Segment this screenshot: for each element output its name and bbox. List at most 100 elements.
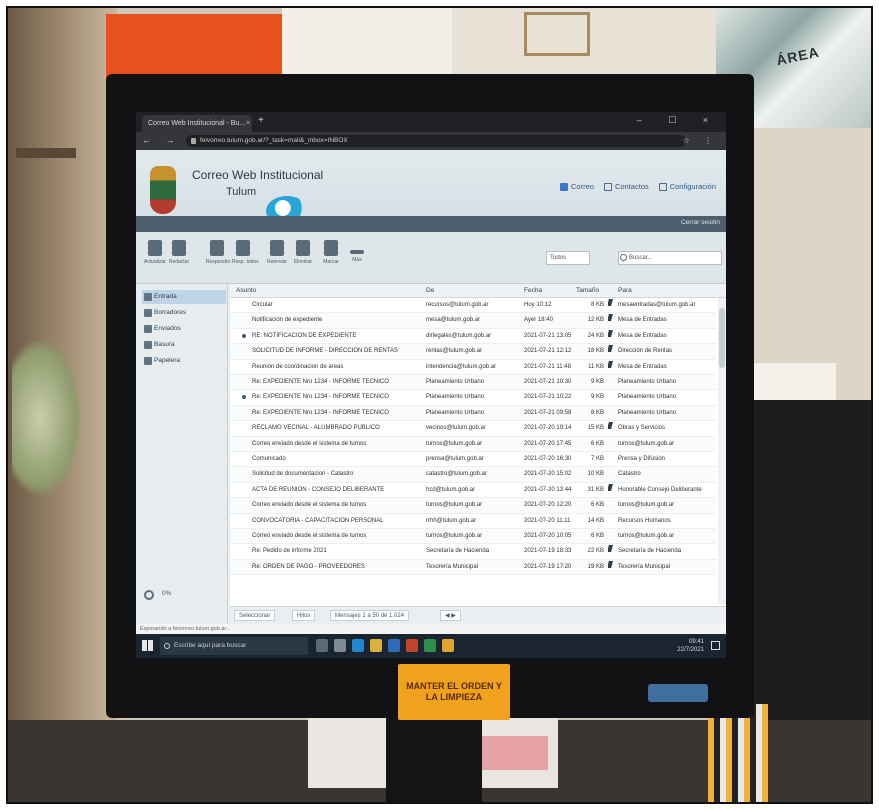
table-row[interactable]: Correo enviado desde el sistema de turno… — [230, 498, 716, 514]
system-tray[interactable]: 09:41 22/7/2021 — [677, 638, 704, 654]
header-subject[interactable]: Asunto — [236, 284, 256, 298]
flag-cell[interactable] — [608, 483, 616, 498]
table-row[interactable]: Re: ORDEN DE PAGO - PROVEEDORES Tesorería… — [230, 559, 716, 576]
header-to[interactable]: Para — [618, 284, 632, 298]
logout-link[interactable]: Cerrar sesión — [681, 219, 720, 226]
star-menu-icons[interactable]: ☆ ⋮ — [683, 136, 718, 145]
flag-cell[interactable] — [608, 544, 616, 559]
table-row[interactable]: Reunion de coordinacion de areas intenden… — [230, 360, 716, 375]
app-icon[interactable] — [406, 639, 418, 652]
flag-cell[interactable] — [608, 421, 616, 436]
pager-nav[interactable]: ◀ ▶ — [440, 610, 461, 621]
row-to: Prensa y Difusión — [618, 456, 666, 462]
table-row[interactable]: ACTA DE REUNION - CONSEJO DELIBERANTE hcd… — [230, 483, 716, 499]
table-row[interactable]: Circular recursos@tulum.gob.ar Hoy 10:12 8 … — [230, 298, 716, 314]
filter-select[interactable]: Todos — [546, 251, 590, 265]
more-button[interactable]: Más — [346, 240, 368, 274]
row-from: catastro@tulum.gob.ar — [426, 471, 487, 478]
wall-picture — [524, 12, 590, 56]
app-title: Correo Web Institucional — [192, 168, 324, 182]
quota-indicator: 0% — [162, 590, 172, 597]
search-input[interactable]: Buscar... — [618, 251, 722, 265]
folder-junk[interactable]: Basura — [142, 338, 226, 352]
pencil-flag-icon — [608, 345, 613, 353]
folder-drafts[interactable]: Borradores — [142, 306, 226, 320]
left-shelf — [16, 148, 76, 158]
lock-icon — [191, 138, 196, 144]
thread-expand-icon[interactable] — [242, 395, 246, 400]
flag-cell[interactable] — [608, 344, 616, 359]
tray-date: 22/7/2021 — [677, 647, 704, 653]
plus-icon[interactable]: + — [258, 115, 264, 126]
threads-button[interactable]: Hilos — [292, 610, 316, 621]
coat-of-arms-logo — [150, 166, 176, 214]
pencil-flag-icon — [608, 299, 613, 306]
chrome-icon[interactable] — [442, 639, 454, 652]
list-header: Asunto De Fecha Tamaño Para — [230, 284, 726, 298]
reply-all-button[interactable]: Resp. todos — [232, 240, 259, 274]
scroll-thumb[interactable] — [719, 308, 725, 368]
task-view-icon[interactable] — [316, 639, 328, 652]
browser-tab[interactable]: Correo Web Institucional - Bu... × — [142, 115, 252, 132]
table-row[interactable]: Correo enviado desde el sistema de turno… — [230, 529, 716, 545]
row-to: Honorable Consejo Deliberante — [618, 486, 702, 493]
select-button[interactable]: Seleccionar — [234, 610, 276, 621]
url-field[interactable]: feivorreo.tulum.gob.ar/?_task=mail&_mbox… — [186, 135, 686, 147]
table-row[interactable]: Re: EXPEDIENTE Nro 1234 - INFORME TECNIC… — [230, 390, 716, 406]
header-date[interactable]: Fecha — [524, 284, 542, 298]
compose-button[interactable]: Redactar — [168, 240, 190, 274]
delete-button[interactable]: Eliminar — [292, 240, 314, 274]
notification-icon[interactable] — [711, 641, 720, 650]
table-row[interactable]: Solicitud de documentacion - Catastro cat… — [230, 467, 716, 483]
row-to: Catastro — [618, 471, 641, 478]
folder-sidebar: Entrada Borradores Enviados Basura Papel… — [136, 284, 228, 624]
list-scrollbar[interactable] — [718, 298, 726, 604]
flag-cell[interactable] — [608, 329, 616, 344]
reply-button[interactable]: Responder — [206, 240, 230, 274]
link-mail[interactable]: Correo — [560, 182, 594, 191]
table-row[interactable]: SOLICITUD DE INFORME - DIRECCION DE RENT… — [230, 344, 716, 360]
word-icon[interactable] — [388, 639, 400, 652]
flag-cell[interactable] — [608, 560, 616, 575]
table-row[interactable]: Re: Pedido de informe 2021 Secretaría de … — [230, 544, 716, 560]
edge-icon[interactable] — [352, 639, 364, 652]
tray-time: 09:41 — [688, 639, 704, 645]
header-size[interactable]: Tamaño — [576, 284, 599, 298]
flag-cell[interactable] — [608, 360, 616, 375]
cortana-icon[interactable] — [334, 639, 346, 652]
mark-button[interactable]: Marcar — [320, 240, 342, 274]
windows-start-icon[interactable] — [142, 640, 153, 651]
close-icon[interactable]: × — [246, 115, 250, 132]
photo-frame: ÁREA MANTER EL ORDEN Y LA LIMPIEZA Corre… — [6, 6, 873, 804]
mark-label: Marcar — [323, 259, 339, 265]
table-row[interactable]: Correo enviado desde el sistema de turno… — [230, 436, 716, 452]
flag-cell[interactable] — [608, 298, 616, 313]
row-to: Mesa de Entradas — [618, 363, 667, 370]
link-contacts[interactable]: Contactos — [603, 182, 649, 191]
gear-icon[interactable] — [144, 590, 154, 600]
folder-trash[interactable]: Papelera — [142, 354, 226, 368]
taskbar-search[interactable]: Escribe aquí para buscar — [160, 637, 308, 655]
refresh-button[interactable]: Actualizar — [144, 240, 166, 274]
flag-cell[interactable] — [608, 313, 616, 328]
pencil-flag-icon — [608, 483, 613, 491]
row-date: 2021-07-20 17:45 — [524, 440, 572, 447]
thread-expand-icon[interactable] — [242, 333, 246, 338]
table-row[interactable]: RE: NOTIFICACION DE EXPEDIENTE dirlegales… — [230, 329, 716, 345]
window-controls[interactable]: – ☐ × — [637, 115, 720, 126]
table-row[interactable]: RECLAMO VECINAL - ALUMBRADO PUBLICO vecin… — [230, 421, 716, 437]
header-from[interactable]: De — [426, 284, 434, 298]
table-row[interactable]: Re: EXPEDIENTE Nro 1234 - INFORME TECNIC… — [230, 405, 716, 422]
explorer-icon[interactable] — [370, 639, 382, 652]
folder-inbox[interactable]: Entrada — [142, 290, 226, 304]
folder-sent[interactable]: Enviados — [142, 322, 226, 336]
forward-button[interactable]: Reenviar — [266, 240, 288, 274]
table-row[interactable]: Notificación de expediente mesa@tulum.gob… — [230, 313, 716, 329]
excel-icon[interactable] — [424, 639, 436, 652]
table-row[interactable]: Comunicado prensa@tulum.gob.ar 2021-07-20 … — [230, 452, 716, 468]
table-row[interactable]: Re: EXPEDIENTE Nro 1234 - INFORME TECNIC… — [230, 375, 716, 391]
link-settings[interactable]: Configuración — [658, 182, 716, 191]
row-date: 2021-07-21 13:05 — [524, 332, 572, 339]
table-row[interactable]: CONVOCATORIA - CAPACITACION PERSONAL rrhh… — [230, 514, 716, 529]
row-date: 2021-07-19 18:33 — [524, 548, 572, 555]
